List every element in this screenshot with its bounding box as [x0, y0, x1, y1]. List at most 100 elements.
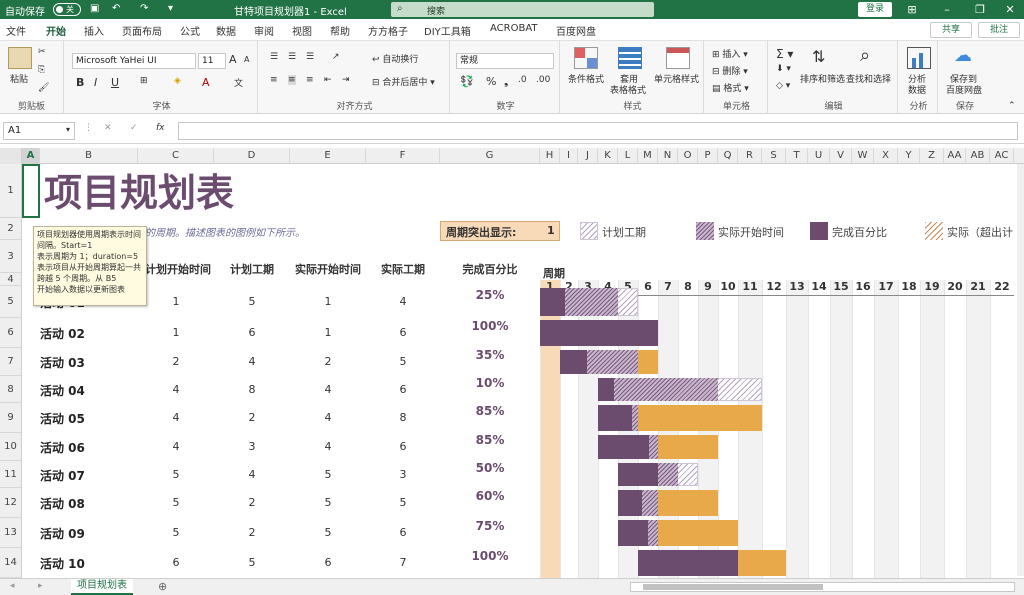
- column-header-R[interactable]: R: [738, 148, 762, 164]
- plan-duration-value[interactable]: 8: [214, 383, 290, 396]
- close-icon[interactable]: ✕: [998, 2, 1022, 17]
- actual-duration-value[interactable]: 4: [366, 295, 440, 308]
- plan-duration-value[interactable]: 2: [214, 411, 290, 424]
- number-format-combo[interactable]: 常规: [456, 53, 554, 69]
- row-header-1[interactable]: 1: [0, 164, 22, 218]
- save-icon[interactable]: ▣: [90, 3, 99, 14]
- actual-start-value[interactable]: 4: [290, 383, 366, 396]
- tab-4[interactable]: 公式: [180, 23, 200, 38]
- format-painter-icon[interactable]: 🖌: [38, 83, 49, 93]
- column-header-K[interactable]: K: [598, 148, 618, 164]
- column-header-L[interactable]: L: [618, 148, 638, 164]
- row-header-7[interactable]: 7: [0, 348, 22, 376]
- plan-start-value[interactable]: 2: [138, 355, 214, 368]
- baidu-cloud-icon[interactable]: ☁: [954, 45, 972, 66]
- plan-duration-value[interactable]: 2: [214, 526, 290, 539]
- actual-start-value[interactable]: 5: [290, 526, 366, 539]
- percent-complete-value[interactable]: 100%: [440, 549, 540, 563]
- font-size-combo[interactable]: 11: [198, 53, 226, 69]
- percent-complete-value[interactable]: 50%: [440, 461, 540, 475]
- row-header-5[interactable]: 5: [0, 286, 22, 318]
- comments-button[interactable]: 批注: [978, 22, 1020, 38]
- plan-duration-value[interactable]: 3: [214, 440, 290, 453]
- horizontal-scrollbar[interactable]: [630, 582, 1015, 592]
- tab-2[interactable]: 插入: [84, 23, 104, 38]
- format-as-table-icon[interactable]: [618, 47, 642, 69]
- column-header-N[interactable]: N: [658, 148, 678, 164]
- actual-duration-value[interactable]: 5: [366, 496, 440, 509]
- plan-start-value[interactable]: 6: [138, 556, 214, 569]
- actual-start-value[interactable]: 4: [290, 440, 366, 453]
- plan-start-value[interactable]: 5: [138, 526, 214, 539]
- percent-complete-value[interactable]: 85%: [440, 404, 540, 418]
- paste-button[interactable]: 粘贴: [10, 72, 28, 85]
- format-cells-button[interactable]: ▤ 格式 ▾: [712, 81, 749, 94]
- borders-icon[interactable]: ⊞: [140, 76, 148, 86]
- actual-start-value[interactable]: 2: [290, 355, 366, 368]
- column-header-Q[interactable]: Q: [718, 148, 738, 164]
- column-header-X[interactable]: X: [874, 148, 898, 164]
- plan-start-value[interactable]: 4: [138, 383, 214, 396]
- decrease-decimal-icon[interactable]: .00: [536, 75, 550, 85]
- minimize-icon[interactable]: –: [935, 2, 959, 17]
- paste-icon[interactable]: [8, 47, 32, 69]
- autosum-icon[interactable]: Σ ▾: [776, 47, 793, 61]
- tab-12[interactable]: 百度网盘: [556, 23, 596, 38]
- plan-duration-value[interactable]: 6: [214, 326, 290, 339]
- actual-duration-value[interactable]: 6: [366, 526, 440, 539]
- percent-complete-value[interactable]: 75%: [440, 519, 540, 533]
- activity-name[interactable]: 活动 10: [40, 555, 85, 572]
- plan-start-value[interactable]: 4: [138, 440, 214, 453]
- column-header-M[interactable]: M: [638, 148, 658, 164]
- percent-complete-value[interactable]: 85%: [440, 433, 540, 447]
- tab-11[interactable]: ACROBAT: [490, 23, 538, 34]
- sheet-tab-project[interactable]: 项目规划表: [71, 579, 133, 595]
- align-center-icon[interactable]: ≡: [288, 75, 296, 85]
- column-header-P[interactable]: P: [698, 148, 718, 164]
- vertical-scrollbar[interactable]: [1017, 164, 1024, 576]
- tab-8[interactable]: 帮助: [330, 23, 350, 38]
- row-header-12[interactable]: 12: [0, 488, 22, 518]
- fill-icon[interactable]: ⬇ ▾: [776, 64, 791, 74]
- column-header-Y[interactable]: Y: [898, 148, 920, 164]
- row-header-9[interactable]: 9: [0, 403, 22, 433]
- insert-function-icon[interactable]: fx: [156, 123, 165, 133]
- column-header-AB[interactable]: AB: [966, 148, 990, 164]
- column-header-C[interactable]: C: [138, 148, 214, 164]
- collapse-ribbon-icon[interactable]: ⌃: [1008, 101, 1016, 111]
- italic-icon[interactable]: I: [94, 76, 97, 89]
- underline-icon[interactable]: U: [111, 76, 119, 89]
- column-header-V[interactable]: V: [830, 148, 852, 164]
- actual-duration-value[interactable]: 8: [366, 411, 440, 424]
- fill-color-icon[interactable]: ◈: [174, 76, 181, 86]
- find-select-icon[interactable]: ⌕: [860, 45, 870, 66]
- copy-icon[interactable]: ⎘: [38, 65, 45, 75]
- analyze-data-icon[interactable]: [907, 47, 931, 69]
- align-top-icon[interactable]: ☰: [270, 52, 278, 62]
- actual-duration-value[interactable]: 7: [366, 556, 440, 569]
- ribbon-display-icon[interactable]: ⊞: [900, 2, 924, 17]
- login-button[interactable]: 登录: [858, 2, 892, 17]
- actual-start-value[interactable]: 5: [290, 496, 366, 509]
- conditional-format-button[interactable]: 条件格式: [568, 72, 604, 85]
- plan-duration-value[interactable]: 5: [214, 556, 290, 569]
- activity-name[interactable]: 活动 03: [40, 354, 85, 371]
- align-middle-icon[interactable]: ☰: [288, 52, 296, 62]
- plan-start-value[interactable]: 1: [138, 295, 214, 308]
- actual-start-value[interactable]: 1: [290, 295, 366, 308]
- find-select-button[interactable]: 查找和选择: [846, 72, 891, 85]
- sort-filter-icon[interactable]: ⇅: [812, 47, 825, 66]
- row-header-4[interactable]: 4: [0, 273, 22, 286]
- namebox-dropdown-icon[interactable]: ▾: [66, 125, 70, 134]
- worksheet-grid[interactable]: A B C D E F G H I J K L M N O P Q R S T U V W X Y Z AA AB AC 1234567…: [0, 148, 1024, 580]
- font-color-icon[interactable]: A: [202, 76, 210, 89]
- tab-9[interactable]: 方方格子: [368, 23, 408, 38]
- actual-duration-value[interactable]: 6: [366, 383, 440, 396]
- column-header-AA[interactable]: AA: [944, 148, 966, 164]
- actual-duration-value[interactable]: 6: [366, 440, 440, 453]
- activity-name[interactable]: 活动 09: [40, 525, 85, 542]
- tab-1[interactable]: 开始: [46, 23, 66, 43]
- tab-7[interactable]: 视图: [292, 23, 312, 38]
- currency-icon[interactable]: 💱: [460, 75, 474, 88]
- formula-input[interactable]: [178, 122, 1018, 140]
